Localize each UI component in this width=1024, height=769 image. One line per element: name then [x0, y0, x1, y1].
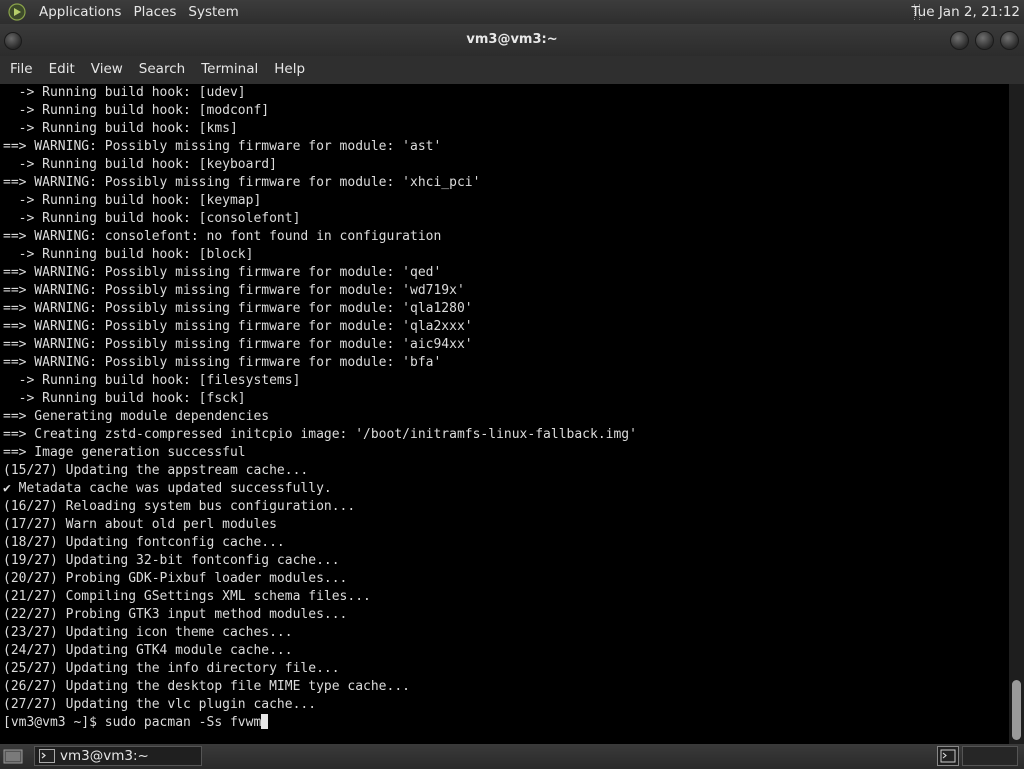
- workspace-switcher-terminal-icon[interactable]: [937, 746, 959, 766]
- terminal-line: (18/27) Updating fontconfig cache...: [3, 535, 285, 550]
- terminal-line: ==> WARNING: Possibly missing firmware f…: [3, 139, 442, 154]
- terminal-line: (15/27) Updating the appstream cache...: [3, 463, 309, 478]
- terminal-line: ==> WARNING: Possibly missing firmware f…: [3, 355, 442, 370]
- terminal-line: ✔ Metadata cache was updated successfull…: [3, 481, 332, 496]
- menu-terminal[interactable]: Terminal: [195, 56, 264, 82]
- prompt-line[interactable]: [vm3@vm3 ~]$ sudo pacman -Ss fvwm: [0, 714, 1009, 732]
- terminal-line: ==> WARNING: consolefont: no font found …: [3, 229, 442, 244]
- taskbar-button-terminal[interactable]: vm3@vm3:~: [34, 746, 202, 766]
- terminal-line: (26/27) Updating the desktop file MIME t…: [3, 679, 410, 694]
- taskbar-label: vm3@vm3:~: [60, 748, 149, 764]
- terminal-window: vm3@vm3:~ File Edit View Search Terminal…: [0, 24, 1024, 744]
- minimize-button[interactable]: [950, 31, 969, 50]
- terminal-line: -> Running build hook: [kms]: [3, 121, 238, 136]
- text-cursor: [261, 714, 269, 729]
- terminal-line: (16/27) Reloading system bus configurati…: [3, 499, 356, 514]
- applications-menu[interactable]: Applications: [33, 0, 127, 24]
- terminal-line: -> Running build hook: [modconf]: [3, 103, 270, 118]
- menubar: File Edit View Search Terminal Help: [0, 56, 1024, 82]
- shell-prompt: [vm3@vm3 ~]$: [3, 715, 105, 730]
- terminal-line: (21/27) Compiling GSettings XML schema f…: [3, 589, 371, 604]
- terminal-line: (27/27) Updating the vlc plugin cache...: [3, 697, 317, 712]
- menu-view[interactable]: View: [85, 56, 129, 82]
- terminal-scrollbar[interactable]: [1009, 84, 1024, 744]
- terminal-line: (25/27) Updating the info directory file…: [3, 661, 340, 676]
- terminal-line: ==> Image generation successful: [3, 445, 246, 460]
- top-panel: Applications Places System Tue Jan 2, 21…: [0, 0, 1024, 24]
- maximize-button[interactable]: [975, 31, 994, 50]
- show-desktop-icon[interactable]: [3, 747, 23, 765]
- command-input[interactable]: sudo pacman -Ss fvwm: [105, 715, 262, 730]
- terminal-line: -> Running build hook: [filesystems]: [3, 373, 301, 388]
- terminal-line: (19/27) Updating 32-bit fontconfig cache…: [3, 553, 340, 568]
- menu-file[interactable]: File: [4, 56, 39, 82]
- terminal-line: -> Running build hook: [udev]: [3, 85, 246, 100]
- arch-linux-logo-icon[interactable]: [7, 2, 27, 22]
- system-menu[interactable]: System: [182, 0, 244, 24]
- terminal-line: ==> WARNING: Possibly missing firmware f…: [3, 175, 481, 190]
- terminal-line: (23/27) Updating icon theme caches...: [3, 625, 293, 640]
- menu-edit[interactable]: Edit: [43, 56, 81, 82]
- scrollbar-thumb[interactable]: [1012, 680, 1021, 740]
- terminal-line: (17/27) Warn about old perl modules: [3, 517, 277, 532]
- places-menu[interactable]: Places: [127, 0, 182, 24]
- window-title: vm3@vm3:~: [466, 32, 558, 47]
- window-titlebar[interactable]: vm3@vm3:~: [0, 24, 1024, 56]
- clock[interactable]: Tue Jan 2, 21:12: [911, 0, 1020, 24]
- terminal-line: ==> Creating zstd-compressed initcpio im…: [3, 427, 637, 442]
- terminal-icon: [39, 749, 55, 763]
- terminal-line: ==> Generating module dependencies: [3, 409, 270, 424]
- terminal-output[interactable]: -> Running build hook: [udev] -> Running…: [0, 84, 1009, 744]
- terminal-line: -> Running build hook: [keymap]: [3, 193, 262, 208]
- terminal-line: ==> WARNING: Possibly missing firmware f…: [3, 265, 442, 280]
- close-button[interactable]: [1000, 31, 1019, 50]
- terminal-line: ==> WARNING: Possibly missing firmware f…: [3, 301, 473, 316]
- terminal-line: (22/27) Probing GTK3 input method module…: [3, 607, 348, 622]
- terminal-line: ==> WARNING: Possibly missing firmware f…: [3, 319, 473, 334]
- terminal-line: ==> WARNING: Possibly missing firmware f…: [3, 283, 465, 298]
- terminal-line: ==> WARNING: Possibly missing firmware f…: [3, 337, 473, 352]
- terminal-line: (20/27) Probing GDK-Pixbuf loader module…: [3, 571, 348, 586]
- terminal-line: -> Running build hook: [fsck]: [3, 391, 246, 406]
- menu-help[interactable]: Help: [268, 56, 311, 82]
- bottom-panel: vm3@vm3:~: [0, 744, 1024, 768]
- window-menu-button[interactable]: [4, 32, 22, 50]
- workspace-switcher[interactable]: [962, 746, 1018, 766]
- terminal-line: (24/27) Updating GTK4 module cache...: [3, 643, 293, 658]
- menu-search[interactable]: Search: [133, 56, 191, 82]
- terminal-line: -> Running build hook: [keyboard]: [3, 157, 277, 172]
- terminal-line: -> Running build hook: [block]: [3, 247, 254, 262]
- terminal-line: -> Running build hook: [consolefont]: [3, 211, 301, 226]
